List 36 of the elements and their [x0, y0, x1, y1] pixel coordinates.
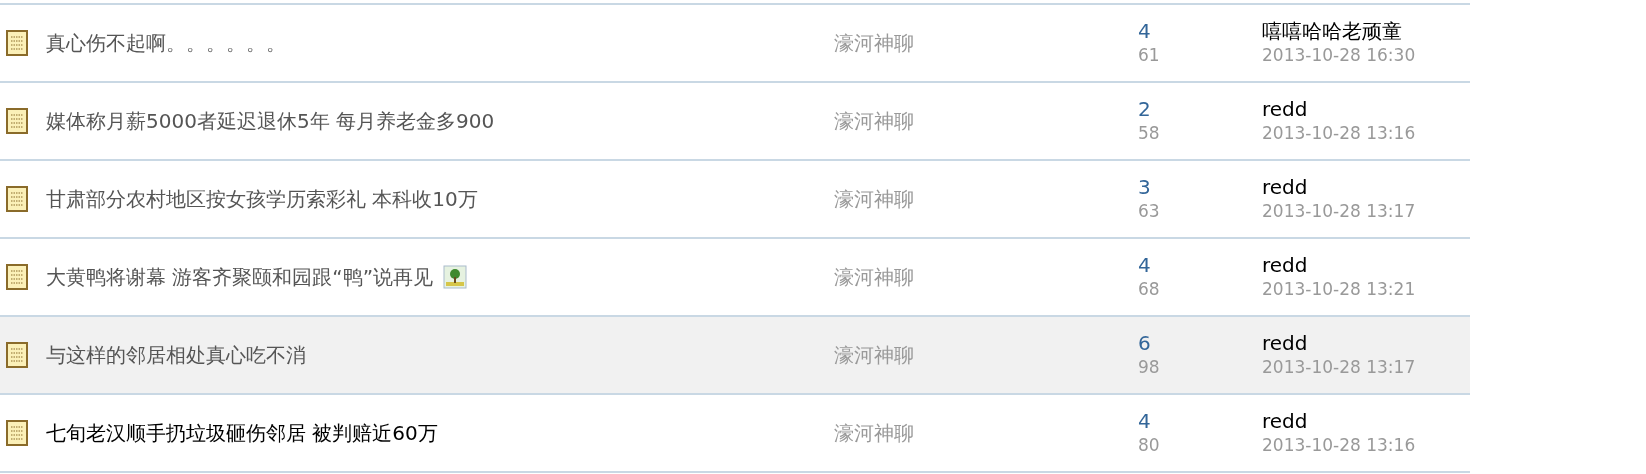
document-icon — [6, 108, 28, 134]
last-poster-link[interactable]: redd — [1262, 331, 1470, 355]
reply-count: 4 — [1138, 253, 1152, 277]
document-icon — [6, 30, 28, 56]
thread-title-link[interactable]: 与这样的邻居相处真心吃不消 — [46, 341, 306, 369]
last-poster-link[interactable]: redd — [1262, 97, 1470, 121]
last-post-time: 2013-10-28 13:17 — [1262, 200, 1417, 223]
last-poster-link[interactable]: redd — [1262, 175, 1470, 199]
last-poster-link[interactable]: redd — [1262, 253, 1470, 277]
view-count: 58 — [1138, 122, 1161, 145]
thread-title-link[interactable]: 七旬老汉顺手扔垃圾砸伤邻居 被判赔近60万 — [46, 419, 438, 447]
thread-title-link[interactable]: 甘肃部分农村地区按女孩学历索彩礼 本科收10万 — [46, 185, 478, 213]
last-post-time: 2013-10-28 13:21 — [1262, 278, 1417, 301]
reply-count: 4 — [1138, 19, 1152, 43]
reply-count: 4 — [1138, 409, 1152, 433]
last-post-time: 2013-10-28 16:30 — [1262, 44, 1417, 67]
last-poster-link[interactable]: redd — [1262, 409, 1470, 433]
reply-count: 2 — [1138, 97, 1152, 121]
document-icon — [6, 186, 28, 212]
document-icon — [6, 264, 28, 290]
thread-title-link[interactable]: 真心伤不起啊。。。。。。 — [46, 29, 286, 57]
reply-count: 3 — [1138, 175, 1152, 199]
last-post-time: 2013-10-28 13:17 — [1262, 356, 1417, 379]
view-count: 61 — [1138, 44, 1161, 67]
thread-title-link[interactable]: 媒体称月薪5000者延迟退休5年 每月养老金多900 — [46, 107, 495, 135]
view-count: 80 — [1138, 434, 1161, 457]
reply-count: 6 — [1138, 331, 1152, 355]
thread-title-link[interactable]: 大黄鸭将谢幕 游客齐聚颐和园跟“鸭”说再见 — [46, 263, 434, 291]
view-count: 98 — [1138, 356, 1161, 379]
document-icon — [6, 420, 28, 446]
last-poster-link[interactable]: 嘻嘻哈哈老顽童 — [1262, 19, 1470, 43]
document-icon — [6, 342, 28, 368]
view-count: 68 — [1138, 278, 1161, 301]
view-count: 63 — [1138, 200, 1161, 223]
last-post-time: 2013-10-28 13:16 — [1262, 434, 1417, 457]
last-post-time: 2013-10-28 13:16 — [1262, 122, 1417, 145]
